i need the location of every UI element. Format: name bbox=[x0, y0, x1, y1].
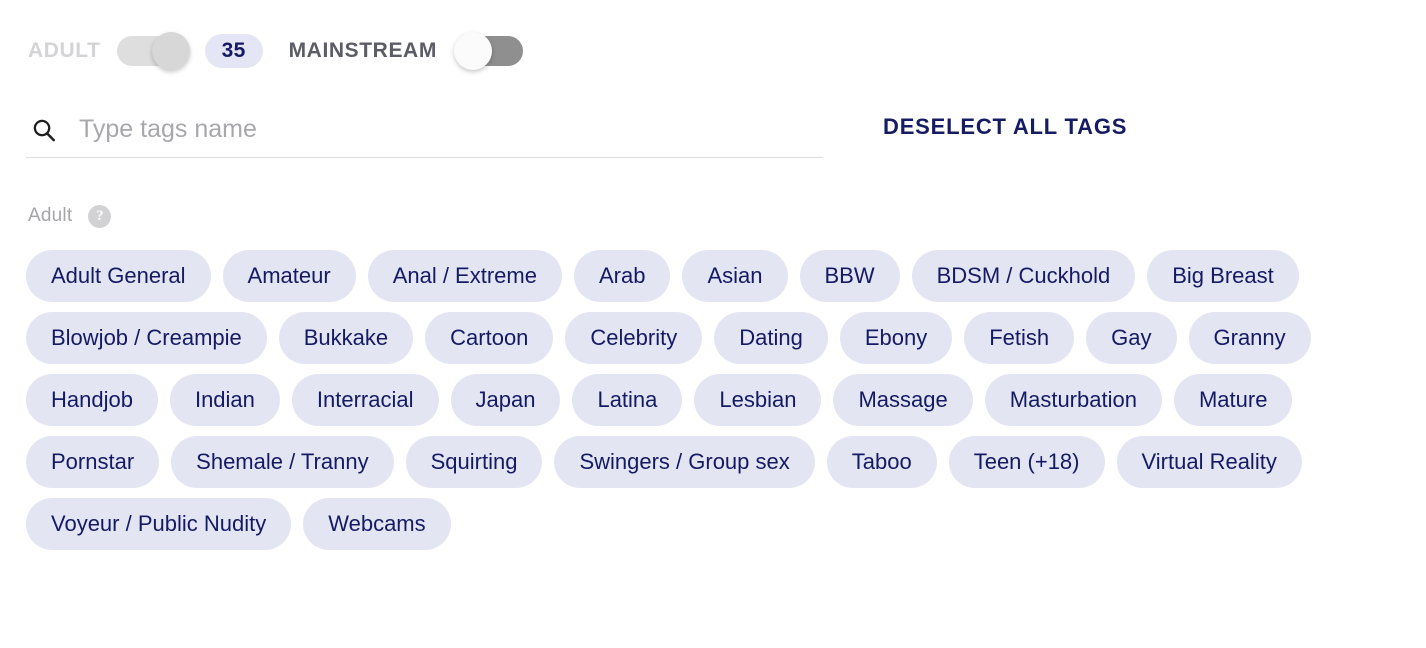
section-title: Adult bbox=[28, 205, 73, 226]
tag-chip[interactable]: Taboo bbox=[826, 436, 937, 488]
tag-chip[interactable]: Blowjob / Creampie bbox=[26, 312, 267, 364]
tag-chip[interactable]: Anal / Extreme bbox=[367, 250, 562, 302]
tag-chip[interactable]: Webcams bbox=[303, 498, 451, 550]
mode-toggle-bar: ADULT 35 MAINSTREAM bbox=[0, 0, 1426, 72]
tag-cloud: Adult General Amateur Anal / Extreme Arab As… bbox=[0, 250, 1400, 550]
tag-chip[interactable]: Japan bbox=[450, 374, 561, 426]
mainstream-mode-label: MAINSTREAM bbox=[288, 39, 437, 62]
tag-chip[interactable]: Indian bbox=[169, 374, 280, 426]
tag-search-box[interactable] bbox=[26, 102, 823, 158]
tag-chip[interactable]: Lesbian bbox=[694, 374, 822, 426]
tag-chip[interactable]: Squirting bbox=[405, 436, 543, 488]
tag-chip[interactable]: Cartoon bbox=[425, 312, 554, 364]
adult-toggle-knob bbox=[151, 32, 190, 70]
search-icon bbox=[33, 119, 55, 141]
tag-chip[interactable]: Big Breast bbox=[1147, 250, 1299, 302]
tag-chip[interactable]: Shemale / Tranny bbox=[171, 436, 394, 488]
tag-chip[interactable]: Adult General bbox=[26, 250, 211, 302]
mainstream-toggle-knob bbox=[453, 32, 492, 70]
tag-chip[interactable]: Masturbation bbox=[984, 374, 1162, 426]
tag-chip[interactable]: Bukkake bbox=[278, 312, 414, 364]
adult-mode-toggle[interactable] bbox=[116, 32, 190, 70]
tag-chip[interactable]: Fetish bbox=[964, 312, 1075, 364]
adult-section-header: Adult ? bbox=[0, 202, 1426, 230]
mainstream-mode-toggle[interactable] bbox=[453, 32, 523, 70]
tag-chip[interactable]: Swingers / Group sex bbox=[554, 436, 815, 488]
tag-chip[interactable]: BBW bbox=[799, 250, 900, 302]
tag-chip[interactable]: Asian bbox=[682, 250, 788, 302]
tag-chip[interactable]: Amateur bbox=[222, 250, 356, 302]
deselect-all-tags-button[interactable]: DESELECT ALL TAGS bbox=[873, 106, 1137, 148]
tag-chip[interactable]: Voyeur / Public Nudity bbox=[26, 498, 292, 550]
tag-chip[interactable]: Virtual Reality bbox=[1116, 436, 1302, 488]
tag-chip[interactable]: Latina bbox=[572, 374, 683, 426]
tag-chip[interactable]: Mature bbox=[1173, 374, 1293, 426]
tag-chip[interactable]: Pornstar bbox=[26, 436, 160, 488]
tag-chip[interactable]: Interracial bbox=[291, 374, 439, 426]
tag-search-input[interactable] bbox=[79, 115, 823, 144]
tag-chip[interactable]: Massage bbox=[833, 374, 973, 426]
tag-chip[interactable]: Teen (+18) bbox=[948, 436, 1105, 488]
tag-chip[interactable]: Granny bbox=[1188, 312, 1311, 364]
tag-chip[interactable]: Celebrity bbox=[565, 312, 703, 364]
tag-chip[interactable]: Handjob bbox=[26, 374, 158, 426]
tag-chip[interactable]: BDSM / Cuckhold bbox=[911, 250, 1136, 302]
search-row: DESELECT ALL TAGS bbox=[0, 72, 1426, 164]
help-icon[interactable]: ? bbox=[88, 204, 112, 228]
tag-chip[interactable]: Ebony bbox=[839, 312, 953, 364]
adult-mode-label: ADULT bbox=[28, 39, 101, 62]
tag-chip[interactable]: Dating bbox=[714, 312, 828, 364]
selected-tag-count-badge: 35 bbox=[204, 34, 263, 68]
tag-chip[interactable]: Arab bbox=[573, 250, 671, 302]
tag-chip[interactable]: Gay bbox=[1086, 312, 1177, 364]
